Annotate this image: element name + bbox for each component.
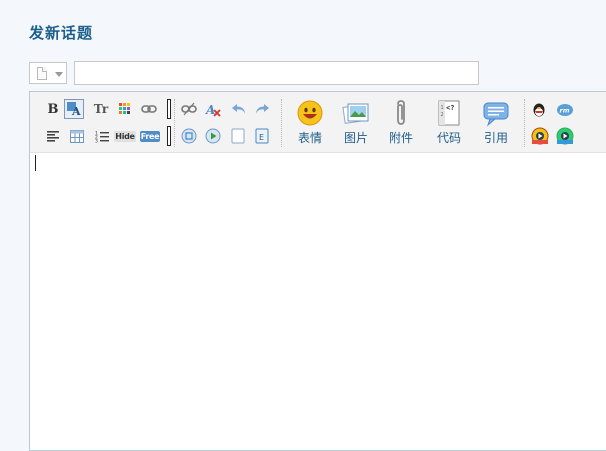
insert-index-button[interactable]: E bbox=[252, 126, 272, 146]
toolbar-divider bbox=[167, 99, 171, 119]
quote-button[interactable]: 引用 bbox=[474, 99, 518, 151]
image-button[interactable]: 图片 bbox=[334, 99, 378, 151]
music-button[interactable] bbox=[530, 126, 550, 146]
hide-icon: Hide bbox=[114, 130, 136, 142]
svg-text:1: 1 bbox=[441, 105, 444, 111]
page-title: 发新话题 bbox=[29, 24, 94, 42]
redo-button[interactable] bbox=[252, 99, 272, 119]
toolbar-separator bbox=[524, 99, 528, 147]
table-icon bbox=[70, 129, 84, 143]
format-button[interactable]: A bbox=[64, 99, 84, 119]
svg-text:<?: <? bbox=[446, 104, 454, 112]
editor-content-area[interactable] bbox=[30, 153, 606, 450]
qq-penguin-icon bbox=[533, 103, 545, 117]
attachment-label: 附件 bbox=[388, 131, 413, 145]
video-player-icon bbox=[556, 127, 574, 145]
quote-label: 引用 bbox=[483, 131, 508, 145]
svg-text:E: E bbox=[259, 133, 264, 142]
music-player-icon bbox=[531, 127, 549, 145]
remove-format-button[interactable]: A bbox=[203, 99, 223, 119]
flash-media-icon bbox=[181, 128, 197, 144]
toolbar-separator bbox=[174, 99, 178, 147]
emoticon-label: 表情 bbox=[297, 131, 322, 145]
bold-icon: B bbox=[47, 101, 59, 117]
index-icon: E bbox=[255, 128, 269, 144]
insert-page-button[interactable] bbox=[228, 126, 248, 146]
editor-toolbar: B A Tr A 1 2 3 Hide Free E 表情 图片 附件 1 2 … bbox=[30, 92, 606, 153]
ordered-list-button[interactable]: 1 2 3 bbox=[92, 126, 112, 146]
emoticon-button[interactable]: 表情 bbox=[288, 99, 332, 151]
attachment-button[interactable]: 附件 bbox=[379, 99, 423, 151]
toolbar-separator bbox=[281, 99, 285, 147]
font-color-button[interactable] bbox=[115, 99, 135, 119]
toolbar-divider bbox=[167, 126, 171, 146]
font-size-icon: Tr bbox=[93, 102, 109, 116]
quote-icon bbox=[483, 102, 509, 127]
link-button[interactable] bbox=[139, 99, 159, 119]
svg-text:rm: rm bbox=[560, 107, 570, 115]
font-size-button[interactable]: Tr bbox=[91, 99, 111, 119]
video-player-button[interactable] bbox=[555, 126, 575, 146]
qq-button[interactable] bbox=[529, 100, 549, 120]
subject-input[interactable] bbox=[74, 61, 479, 85]
svg-text:A: A bbox=[71, 105, 81, 117]
chevron-down-icon bbox=[55, 72, 63, 77]
code-label: 代码 bbox=[436, 131, 461, 145]
video-icon bbox=[205, 128, 221, 144]
paperclip-icon bbox=[397, 100, 405, 125]
code-button[interactable]: 1 2 <? 代码 bbox=[427, 99, 471, 151]
image-label: 图片 bbox=[343, 131, 368, 145]
realmedia-button[interactable]: rm bbox=[555, 100, 575, 120]
svg-text:A: A bbox=[205, 103, 215, 117]
insert-flash-button[interactable] bbox=[179, 126, 199, 146]
insert-video-button[interactable] bbox=[203, 126, 223, 146]
free-button[interactable]: Free bbox=[138, 126, 162, 146]
editor: B A Tr A 1 2 3 Hide Free E 表情 图片 附件 1 2 … bbox=[29, 91, 606, 451]
document-icon bbox=[37, 67, 47, 80]
real-media-icon: rm bbox=[557, 104, 573, 116]
free-icon: Free bbox=[139, 130, 161, 142]
color-palette-icon bbox=[119, 103, 130, 114]
link-icon bbox=[141, 105, 157, 113]
remove-format-icon: A bbox=[205, 103, 221, 117]
undo-button[interactable] bbox=[229, 99, 249, 119]
svg-text:3: 3 bbox=[95, 138, 98, 143]
undo-icon bbox=[232, 104, 245, 114]
post-type-select[interactable] bbox=[29, 62, 67, 84]
page-icon bbox=[231, 128, 245, 144]
unlink-button[interactable] bbox=[179, 99, 199, 119]
hide-button[interactable]: Hide bbox=[113, 126, 137, 146]
redo-icon bbox=[256, 104, 269, 114]
smiley-icon bbox=[297, 100, 323, 126]
ordered-list-icon: 1 2 3 bbox=[95, 130, 109, 143]
align-left-button[interactable] bbox=[43, 126, 63, 146]
align-left-icon bbox=[47, 131, 59, 142]
bold-button[interactable]: B bbox=[43, 99, 63, 119]
table-button[interactable] bbox=[67, 126, 87, 146]
svg-text:2: 2 bbox=[441, 112, 444, 118]
image-icon bbox=[342, 103, 369, 124]
format-icon: A bbox=[67, 102, 81, 117]
code-icon: 1 2 <? bbox=[438, 100, 460, 126]
unlink-icon bbox=[181, 102, 197, 116]
